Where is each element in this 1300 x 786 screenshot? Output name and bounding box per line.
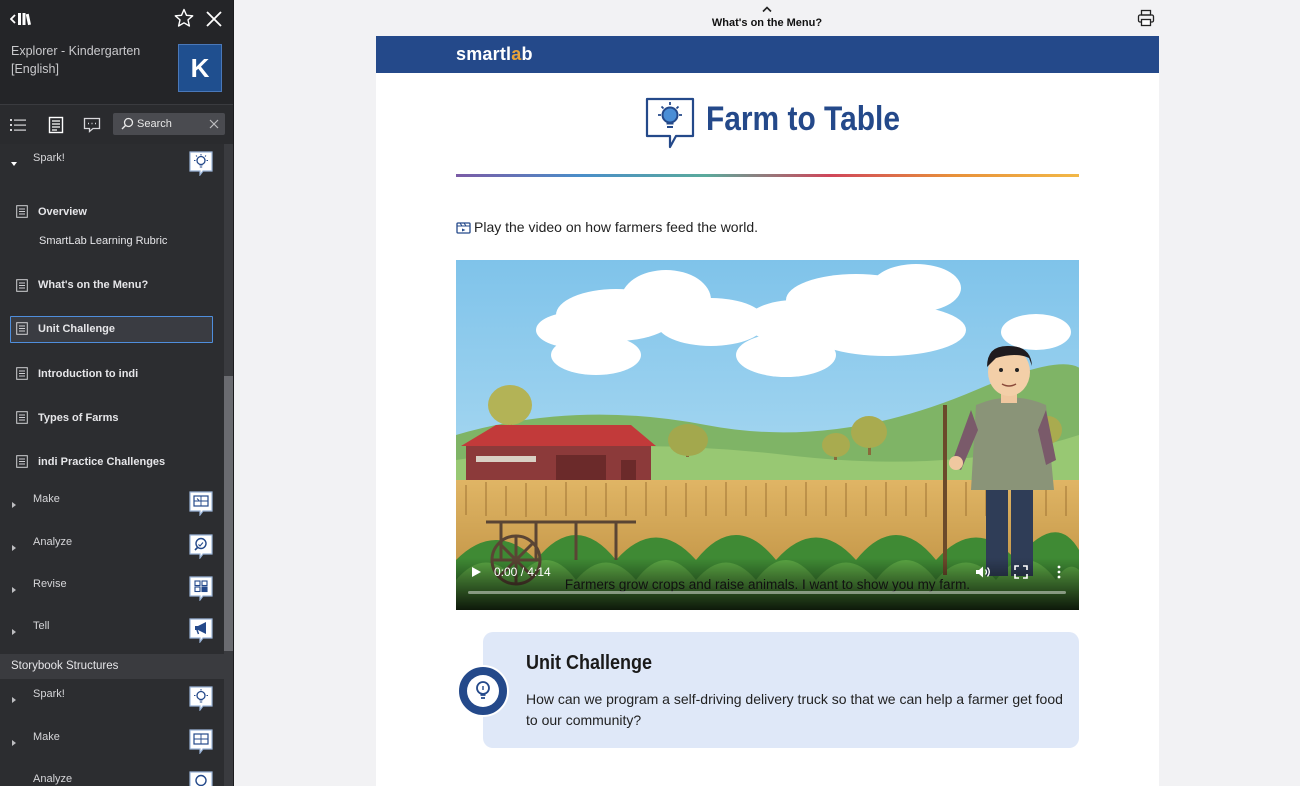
toc-section-label: Make [33,493,60,505]
magnifier-icon [189,771,213,786]
clear-search-icon[interactable] [208,118,220,130]
toc-item-label: What's on the Menu? [38,279,149,291]
toc-section-make[interactable]: Make [0,486,224,522]
toc-item-label: Types of Farms [38,412,119,424]
book-title: Explorer - Kindergarten [English] [11,44,141,76]
sidebar-scroll-thumb[interactable] [224,376,233,651]
list-icon[interactable] [9,116,27,134]
lesson-page: smartlab Farm to Table Play the video on… [376,36,1159,786]
caret-right-icon[interactable] [10,628,18,636]
page-heading: What's on the Menu? [711,17,823,29]
gradient-divider [456,174,1079,177]
toc-group-storybook-structures[interactable]: Storybook Structures [0,654,224,679]
sidebar-header: Explorer - Kindergarten [English] K [0,0,233,104]
sidebar-toolbar [0,104,233,144]
toc-item-label: Overview [38,206,87,218]
video-instruction: Play the video on how farmers feed the w… [474,219,759,235]
blueprint-icon [189,491,213,516]
video-progress-bar[interactable] [468,591,1066,594]
toc-section-revise[interactable]: Revise [0,571,224,607]
toc-item-indi-practice-challenges[interactable]: indi Practice Challenges [0,453,224,475]
toc-item-smartlab-rubric[interactable]: SmartLab Learning Rubric [0,232,224,254]
comments-icon[interactable] [83,116,101,134]
caret-down-icon[interactable] [10,160,18,168]
fullscreen-icon[interactable] [1014,565,1028,579]
book-cover: K [178,44,222,92]
sidebar: Explorer - Kindergarten [English] K Sear… [0,0,234,786]
library-back-icon[interactable] [10,10,34,28]
toc-item-label: SmartLab Learning Rubric [39,235,168,247]
search-box[interactable] [113,113,225,135]
lightbulb-icon [189,151,213,176]
document-icon [16,455,28,468]
star-icon[interactable] [174,8,194,28]
caret-right-icon[interactable] [10,544,18,552]
toc-group-label: Storybook Structures [11,660,119,672]
document-icon [16,411,28,424]
video-time: 0:00 / 4:14 [494,565,551,579]
video-controls: Farmers grow crops and raise animals. I … [456,558,1079,610]
toc-section-label: Spark! [33,152,65,164]
brand-banner: smartlab [376,36,1159,73]
caret-right-icon[interactable] [10,501,18,509]
video-clapper-icon [456,222,471,234]
document-icon [16,205,28,218]
toc-section-label: Make [33,731,60,743]
close-icon[interactable] [204,9,224,29]
grid-icon [189,576,213,601]
toc-section-spark-2[interactable]: Spark! [0,682,224,718]
challenge-title: Unit Challenge [526,652,653,674]
toc-item-overview[interactable]: Overview [0,202,224,224]
lightbulb-icon [189,686,213,711]
print-icon[interactable] [1137,9,1155,27]
toc-item-introduction-to-indi[interactable]: Introduction to indi [0,365,224,387]
toc-item-label: indi Practice Challenges [38,456,166,468]
toc-item-label: Unit Challenge [38,323,116,335]
caret-right-icon[interactable] [10,739,18,747]
play-icon[interactable] [470,566,482,578]
document-icon [16,279,28,292]
toc-section-label: Revise [33,578,67,590]
toc-item-types-of-farms[interactable]: Types of Farms [0,409,224,431]
magnifier-icon [189,534,213,559]
chevron-up-icon[interactable] [761,5,773,13]
toc-section-label: Spark! [33,688,65,700]
caret-right-icon[interactable] [10,696,18,704]
toc-section-spark[interactable]: Spark! [0,144,224,188]
toc-section-label: Analyze [33,536,73,548]
challenge-text: How can we program a self-driving delive… [526,691,1063,728]
toc-section-analyze-2[interactable]: Analyze [0,766,224,786]
toc-section-label: Analyze [33,773,73,785]
lightbulb-badge-icon [457,665,509,717]
page-icon[interactable] [47,116,65,134]
video-caption: Farmers grow crops and raise animals. I … [564,577,971,592]
search-input[interactable] [137,115,207,133]
volume-icon[interactable] [975,565,991,579]
more-options-icon[interactable] [1056,565,1062,579]
page-title: Farm to Table [706,100,900,138]
toc-section-label: Tell [33,620,50,632]
document-icon [16,367,28,380]
smartlab-logo: smartlab [456,44,533,64]
toc-section-tell[interactable]: Tell [0,614,224,650]
cover-letter: K [190,53,210,83]
toc-section-make-2[interactable]: Make [0,724,224,760]
video-player[interactable]: Farmers grow crops and raise animals. I … [456,260,1079,610]
toc-item-whats-on-the-menu[interactable]: What's on the Menu? [0,276,224,298]
blueprint-icon [189,729,213,754]
megaphone-icon [189,618,213,643]
caret-right-icon[interactable] [10,586,18,594]
lightbulb-icon [645,97,695,149]
search-icon [121,117,134,130]
toc-section-analyze[interactable]: Analyze [0,529,224,565]
toc-item-label: Introduction to indi [38,368,139,380]
document-icon [16,322,28,335]
toc-item-unit-challenge[interactable]: Unit Challenge [10,316,213,343]
